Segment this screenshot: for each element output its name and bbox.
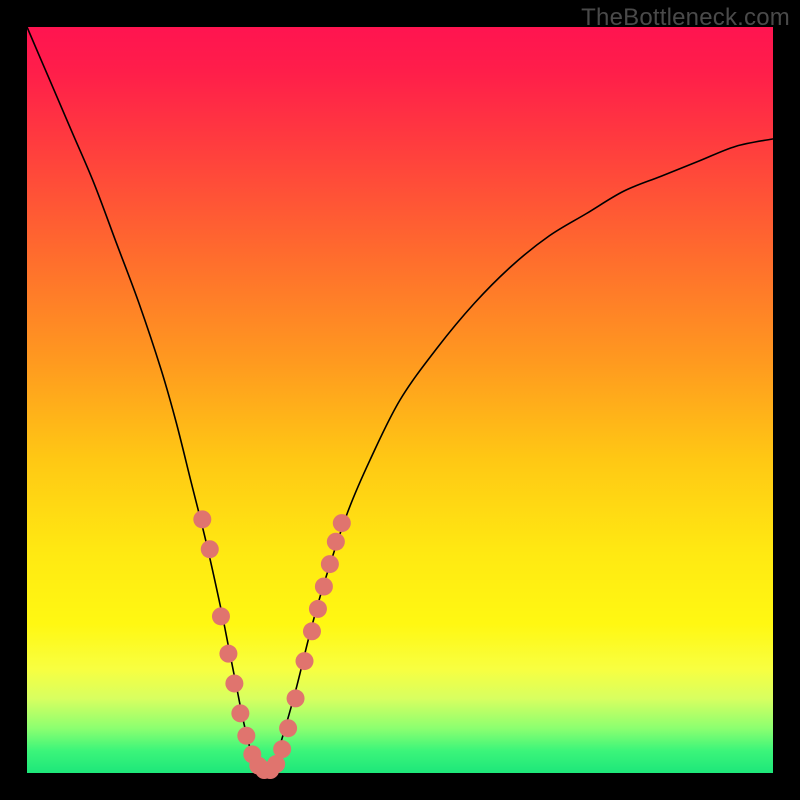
plot-area bbox=[27, 27, 773, 773]
chart-frame: TheBottleneck.com bbox=[0, 0, 800, 800]
valley-marker bbox=[333, 514, 351, 532]
valley-marker bbox=[225, 674, 243, 692]
curve-layer bbox=[27, 27, 773, 773]
valley-marker bbox=[231, 704, 249, 722]
valley-marker bbox=[273, 740, 291, 758]
valley-marker bbox=[219, 645, 237, 663]
valley-marker bbox=[212, 607, 230, 625]
valley-marker bbox=[327, 533, 345, 551]
valley-markers bbox=[193, 510, 351, 779]
watermark-text: TheBottleneck.com bbox=[581, 4, 790, 32]
valley-marker bbox=[296, 652, 314, 670]
valley-marker bbox=[193, 510, 211, 528]
valley-marker bbox=[201, 540, 219, 558]
valley-marker bbox=[315, 578, 333, 596]
valley-marker bbox=[303, 622, 321, 640]
bottleneck-curve bbox=[27, 27, 773, 773]
valley-marker bbox=[287, 689, 305, 707]
valley-marker bbox=[309, 600, 327, 618]
valley-marker bbox=[237, 727, 255, 745]
valley-marker bbox=[321, 555, 339, 573]
valley-marker bbox=[279, 719, 297, 737]
